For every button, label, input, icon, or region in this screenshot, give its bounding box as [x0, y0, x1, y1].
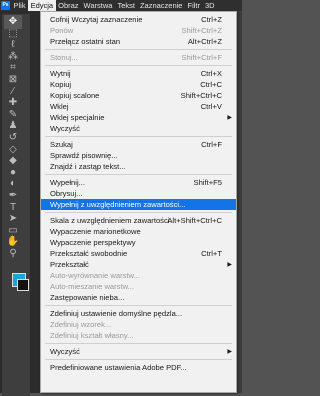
menu-item-label: Kopiuj [50, 80, 72, 89]
photoshop-logo-icon[interactable]: Ps [0, 0, 11, 11]
menu-item-label: Wyczyść [50, 347, 80, 356]
menu-obraz[interactable]: Obraz [56, 0, 81, 11]
menu-item-label: Znajdź i zastąp tekst... [50, 162, 126, 171]
menu-item-label: Wypaczenie perspektywy [50, 238, 136, 247]
menu-item-shortcut: Alt+Ctrl+Z [187, 37, 222, 46]
menu-item-label: Przekształć [50, 260, 89, 269]
menu-item-label: Wypełnij... [50, 178, 85, 187]
menu-item-shortcut: Alt+Shift+Ctrl+C [167, 216, 222, 225]
menu-item-label: Ponów [50, 26, 74, 35]
menu-item-label: Zdefiniuj kształt własny... [50, 331, 134, 340]
menu-item[interactable]: Znajdź i zastąp tekst... [41, 161, 236, 172]
menu-item[interactable]: Zastępowanie nieba... [41, 292, 236, 303]
menu-item-label: Zdefiniuj wzorek... [50, 320, 112, 329]
menu-item: Ponów Shift+Ctrl+Z [41, 25, 236, 36]
menu-item[interactable]: Przekształć ▶ [41, 259, 236, 270]
menu-item-label: Cofnij Wczytaj zaznaczenie [50, 15, 143, 24]
menu-separator [45, 49, 232, 50]
menu-item[interactable]: Sprawdź pisownię... [41, 150, 236, 161]
menu-item-label: Kopiuj scalone [50, 91, 100, 100]
menu-item-shortcut: Ctrl+X [200, 69, 222, 78]
menu-item-label: Wklej specjalnie [50, 113, 105, 122]
menu-item[interactable]: Obrysuj... [41, 188, 236, 199]
tools-panel: ✥ ⬚ ℓ ⁂ ⌗ ⊠ ⁄ ✚ ✎ ♟ ↺ ◇ ◆ ● ◐ ✒ T ➤ ▭ ✋ ⚲ [0, 11, 40, 396]
menu-edycja[interactable]: Edycja [28, 0, 56, 11]
menu-bar-items: Plik Edycja Obraz Warstwa Tekst Zaznaczenie Fi… [11, 0, 217, 11]
menu-item: Auto-wyrównanie warstw... [41, 270, 236, 281]
menu-item-label: Wypełnij z uwzględnieniem zawartości... [50, 200, 186, 209]
menu-warstwa[interactable]: Warstwa [81, 0, 115, 11]
menu-item[interactable]: Wypełnij z uwzględnieniem zawartości... [41, 199, 236, 210]
menu-bar: Ps Plik Edycja Obraz Warstwa Tekst Zaznaczeni… [0, 0, 242, 11]
edit-menu-dropdown: Cofnij Wczytaj zaznaczenie Ctrl+Z Ponów Shi… [40, 11, 237, 393]
menu-separator [45, 65, 232, 66]
menu-item[interactable]: Kopiuj scalone Shift+Ctrl+C [41, 90, 236, 101]
photoshop-logo-text: Ps [1, 1, 10, 10]
menu-tekst[interactable]: Tekst [115, 0, 138, 11]
menu-item[interactable]: Zdefiniuj ustawienie domyślne pędzla... [41, 308, 236, 319]
background-color-swatch[interactable] [17, 279, 29, 291]
menu-item-label: Auto-mieszanie warstw... [50, 282, 134, 291]
right-panel-edge [237, 11, 242, 393]
menu-item[interactable]: Predefiniowane ustawienia Adobe PDF... [41, 362, 236, 373]
menu-item-label: Zastępowanie nieba... [50, 293, 125, 302]
menu-item-label: Stonuj... [50, 53, 78, 62]
menu-separator [45, 174, 232, 175]
menu-item-label: Wklej [50, 102, 69, 111]
menu-item-label: Obrysuj... [50, 189, 83, 198]
menu-item[interactable]: Wypełnij... Shift+F5 [41, 177, 236, 188]
menu-item[interactable]: Przełącz ostatni stan Alt+Ctrl+Z [41, 36, 236, 47]
menu-item: Zdefiniuj wzorek... [41, 319, 236, 330]
menu-item-label: Przełącz ostatni stan [50, 37, 121, 46]
menu-separator [45, 359, 232, 360]
menu-item[interactable]: Wypaczenie marionetkowe [41, 226, 236, 237]
menu-item-shortcut: Ctrl+F [201, 140, 222, 149]
menu-item-shortcut: Ctrl+C [200, 80, 222, 89]
menu-item-shortcut: Ctrl+V [200, 102, 222, 111]
menu-separator [45, 212, 232, 213]
menu-3d[interactable]: 3D [202, 0, 217, 11]
submenu-arrow-icon: ▶ [227, 262, 232, 268]
menu-item-label: Przekształć swobodnie [50, 249, 128, 258]
menu-item: Zdefiniuj kształt własny... [41, 330, 236, 341]
menu-filtr[interactable]: Filtr [185, 0, 203, 11]
menu-separator [45, 305, 232, 306]
menu-plik[interactable]: Plik [11, 0, 28, 11]
menu-item: Stonuj... Shift+Ctrl+F [41, 52, 236, 63]
menu-item-label: Skala z uwzględnieniem zawartości [50, 216, 170, 225]
menu-item[interactable]: Wypaczenie perspektywy [41, 237, 236, 248]
menu-item: Auto-mieszanie warstw... [41, 281, 236, 292]
menu-item[interactable]: Wyczyść [41, 123, 236, 134]
menu-item-shortcut: Shift+Ctrl+Z [181, 26, 222, 35]
menu-item[interactable]: Skala z uwzględnieniem zawartości Alt+Shi… [41, 215, 236, 226]
menu-item-shortcut: Ctrl+Z [201, 15, 222, 24]
menu-separator [45, 343, 232, 344]
menu-item[interactable]: Szukaj Ctrl+F [41, 139, 236, 150]
menu-item-shortcut: Shift+Ctrl+F [181, 53, 222, 62]
menu-item-label: Zdefiniuj ustawienie domyślne pędzla... [50, 309, 183, 318]
menu-item-label: Szukaj [50, 140, 73, 149]
menu-item[interactable]: Wyczyść ▶ [41, 346, 236, 357]
menu-item[interactable]: Wytnij Ctrl+X [41, 68, 236, 79]
menu-item[interactable]: Cofnij Wczytaj zaznaczenie Ctrl+Z [41, 14, 236, 25]
menu-item-label: Predefiniowane ustawienia Adobe PDF... [50, 363, 187, 372]
menu-item-label: Sprawdź pisownię... [50, 151, 118, 160]
menu-item-label: Auto-wyrównanie warstw... [50, 271, 140, 280]
menu-item[interactable]: Kopiuj Ctrl+C [41, 79, 236, 90]
menu-item-shortcut: Ctrl+T [201, 249, 222, 258]
menu-item[interactable]: Wklej Ctrl+V [41, 101, 236, 112]
menu-item-shortcut: Shift+F5 [193, 178, 223, 187]
menu-item[interactable]: Wklej specjalnie ▶ [41, 112, 236, 123]
menu-item-shortcut: Shift+Ctrl+C [180, 91, 222, 100]
menu-item-label: Wypaczenie marionetkowe [50, 227, 141, 236]
submenu-arrow-icon: ▶ [227, 115, 232, 121]
menu-separator [45, 136, 232, 137]
menu-zaznaczenie[interactable]: Zaznaczenie [137, 0, 185, 11]
menu-item-label: Wytnij [50, 69, 71, 78]
zoom-tool-icon[interactable]: ⚲ [4, 247, 22, 261]
menu-item[interactable]: Przekształć swobodnie Ctrl+T [41, 248, 236, 259]
submenu-arrow-icon: ▶ [227, 349, 232, 355]
menu-item-label: Wyczyść [50, 124, 80, 133]
